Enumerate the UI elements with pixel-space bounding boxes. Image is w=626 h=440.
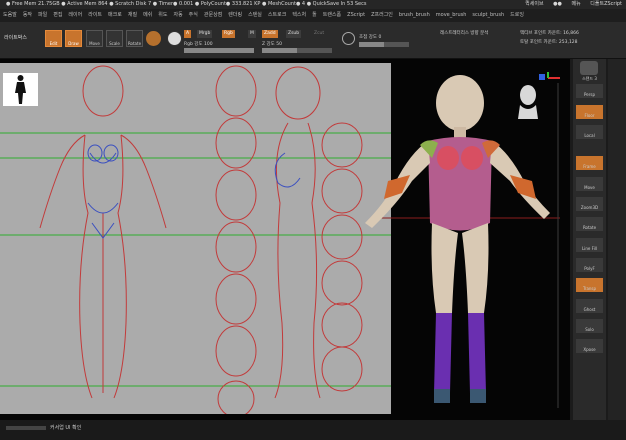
persp-button[interactable]: Persp	[576, 84, 603, 98]
bust-icon	[518, 85, 538, 119]
rgb-intensity-fill	[184, 48, 254, 53]
sphere-thumbnail-icon[interactable]	[580, 61, 598, 75]
texture-icon[interactable]	[167, 31, 182, 46]
move-button[interactable]: Move	[86, 30, 103, 47]
focal-label: 초점 강도 0	[359, 35, 382, 40]
zoom3d-button[interactable]: Zoom3D	[576, 197, 603, 211]
bottom-label: 커서업 UI 확인	[50, 425, 82, 431]
active-point-count: 액티브 포인트 카운트: 16,866	[520, 31, 579, 36]
edit-button[interactable]: Edit	[45, 30, 62, 47]
status-dots: ●●	[553, 1, 562, 7]
draw-button[interactable]: Draw	[65, 30, 82, 47]
document-title: 레스트레터리스 방향 분석	[440, 31, 489, 36]
quicksave-label[interactable]: 퀵세이브	[525, 1, 543, 7]
frame-button[interactable]: Frame	[576, 156, 603, 170]
solo-button[interactable]: Solo	[576, 319, 603, 333]
rotate-view-button[interactable]: Rotate	[576, 217, 603, 231]
menu-item[interactable]: 레이어	[68, 12, 82, 18]
menu-item[interactable]: 위도	[158, 12, 167, 18]
menu-bar: 도움말 동작 파일 편집 레이어 라이트 매크로 재질 메쉬 위도 자동 주식 관문상점 렌더링 스텐실 스트…	[0, 9, 626, 22]
total-point-count: 토탈 포인트 카운트: 253,128	[520, 40, 578, 45]
bust-reference	[516, 83, 540, 119]
menu-item[interactable]: 텍스처	[292, 12, 306, 18]
menu-item[interactable]: 톨	[312, 12, 317, 18]
shelf-label-stand: 스탠드 3	[582, 76, 597, 81]
silhouette-thumbnail	[3, 73, 38, 106]
rgb-button[interactable]: Rgb	[222, 30, 235, 38]
material-sphere-icon[interactable]	[146, 31, 161, 46]
z-intensity-slider[interactable]	[262, 48, 332, 53]
toolbar: 라이트박스 Edit Draw Move Scale Rotate A Mrgb…	[0, 22, 626, 59]
menu-item[interactable]: 편집	[53, 12, 62, 18]
right-shelf: 스탠드 3 Persp Floor Local Frame Move Zoom3…	[573, 59, 606, 420]
floor-button[interactable]: Floor	[576, 105, 603, 119]
menu-item[interactable]: 도움말	[3, 12, 17, 18]
menu-item[interactable]: move_brush	[436, 12, 467, 18]
menu-item[interactable]: sculpt_brush	[472, 12, 504, 18]
rgb-intensity-value: 100	[204, 42, 213, 47]
zsub-button[interactable]: Zsub	[286, 30, 302, 38]
local-button[interactable]: Local	[576, 125, 603, 139]
menu-item[interactable]: 재질	[128, 12, 137, 18]
menu-label[interactable]: 메뉴	[571, 1, 580, 7]
xpose-button[interactable]: Xpose	[576, 339, 603, 353]
menu-item[interactable]: 드로잉	[510, 12, 524, 18]
status-bar: ● Free Mem 21.75GB ● Active Mem 864 ● Sc…	[0, 0, 626, 9]
menu-item[interactable]: 매크로	[108, 12, 122, 18]
menu-item[interactable]: 스트로크	[268, 12, 286, 18]
rotate-button[interactable]: Rotate	[126, 30, 143, 47]
menu-item[interactable]: ZScript	[347, 12, 365, 18]
lightbox-button[interactable]: 라이트박스	[4, 34, 27, 41]
z-intensity-label: Z 강도 50	[262, 42, 282, 47]
reference-sheet	[0, 63, 391, 418]
menu-item[interactable]: 관문상점	[204, 12, 222, 18]
menu-item[interactable]: 주식	[189, 12, 198, 18]
focal-slider[interactable]	[359, 42, 409, 47]
menu-item[interactable]: 동작	[23, 12, 32, 18]
figure-silhouette-icon	[15, 75, 26, 104]
focal-fill	[359, 42, 384, 47]
menu-item[interactable]: Z프러그인	[371, 12, 393, 18]
polyf-button[interactable]: PolyF	[576, 258, 603, 272]
transp-button[interactable]: Transp	[576, 278, 603, 292]
menu-item[interactable]: 스텐실	[248, 12, 262, 18]
menu-item[interactable]: 렌더링	[228, 12, 242, 18]
mrgb-button[interactable]: Mrgb	[197, 30, 213, 38]
turnaround-sketch	[0, 65, 391, 418]
bottom-bar: 커서업 UI 확인	[0, 420, 626, 440]
default-zscript-label[interactable]: 디폴트ZScript	[590, 1, 622, 7]
menu-item[interactable]: brush_brush	[399, 12, 430, 18]
menu-item[interactable]: 트랜스폼	[323, 12, 341, 18]
axis-gizmo-icon	[539, 72, 560, 80]
status-right: 퀵세이브 ●● 메뉴 디폴트ZScript	[517, 0, 622, 9]
menu-item[interactable]: 라이트	[88, 12, 102, 18]
a-toggle[interactable]: A	[184, 30, 192, 38]
zadd-button[interactable]: Zadd	[262, 30, 278, 38]
scale-button[interactable]: Scale	[106, 30, 123, 47]
axis-gizmo[interactable]	[536, 70, 562, 84]
focal-value: 0	[378, 35, 382, 40]
menu-item[interactable]: 메쉬	[143, 12, 152, 18]
tool-palette-edge[interactable]	[608, 59, 626, 420]
menu-item[interactable]: 자동	[173, 12, 182, 18]
bottom-slider[interactable]	[6, 426, 46, 430]
move-view-button[interactable]: Move	[576, 177, 603, 191]
z-intensity-fill	[262, 48, 297, 53]
zcut-button[interactable]: Zcut	[312, 30, 327, 38]
m-button[interactable]: M	[248, 30, 256, 38]
status-text: ● Free Mem 21.75GB ● Active Mem 864 ● Sc…	[6, 1, 367, 7]
ghost-button[interactable]: Ghost	[576, 299, 603, 313]
menu-item[interactable]: 파일	[38, 12, 47, 18]
z-intensity-value: 50	[276, 42, 282, 47]
rgb-intensity-slider[interactable]	[184, 48, 254, 53]
rgb-intensity-label: Rgb 강도 100	[184, 42, 213, 47]
focal-shift-icon[interactable]	[342, 32, 355, 45]
line-fill-button[interactable]: Line Fill	[576, 238, 603, 252]
